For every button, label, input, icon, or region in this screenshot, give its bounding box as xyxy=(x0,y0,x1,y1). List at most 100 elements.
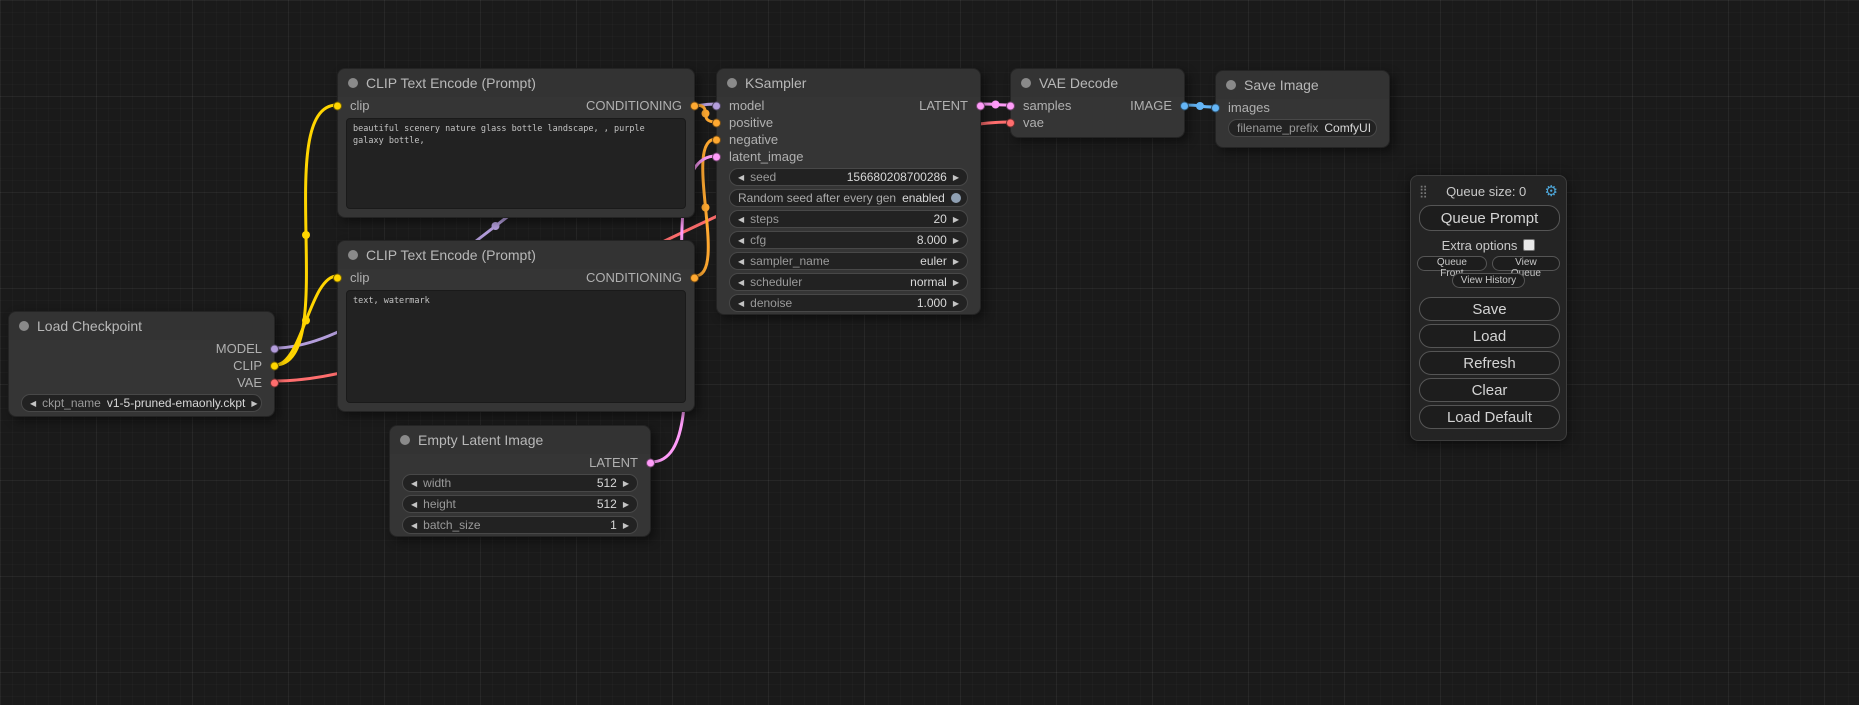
prompt-textarea[interactable]: beautiful scenery nature glass bottle la… xyxy=(346,118,686,209)
input-dot-samples[interactable] xyxy=(1006,101,1015,110)
output-slot-latent[interactable]: LATENT xyxy=(860,97,980,114)
drag-handle-icon[interactable]: ⣿ xyxy=(1419,184,1428,198)
increment-arrow-icon[interactable]: ▶ xyxy=(953,278,959,287)
link-midpoint-dot-conditioning-positive[interactable] xyxy=(702,110,710,118)
increment-arrow-icon[interactable]: ▶ xyxy=(623,500,629,509)
output-slot-conditioning[interactable]: CONDITIONING xyxy=(586,98,682,113)
output-slot-model[interactable]: MODEL xyxy=(9,340,274,357)
output-slot-vae[interactable]: VAE xyxy=(9,374,274,391)
increment-arrow-icon[interactable]: ▶ xyxy=(623,479,629,488)
input-slot-samples[interactable]: samples xyxy=(1023,98,1071,113)
input-slot-clip[interactable]: clip xyxy=(350,270,370,285)
decrement-arrow-icon[interactable]: ◀ xyxy=(30,399,36,408)
widget-seed[interactable]: ◀ seed 156680208700286 ▶ xyxy=(729,168,968,186)
node-clip-text-encode-negative[interactable]: CLIP Text Encode (Prompt) clip CONDITION… xyxy=(337,240,695,412)
node-title-bar[interactable]: Save Image xyxy=(1216,71,1389,99)
decrement-arrow-icon[interactable]: ◀ xyxy=(738,278,744,287)
queue-front-button[interactable]: Queue Front xyxy=(1417,256,1487,271)
widget-random-seed-toggle[interactable]: Random seed after every gen enabled xyxy=(729,189,968,207)
output-slot-conditioning[interactable]: CONDITIONING xyxy=(586,270,682,285)
decrement-arrow-icon[interactable]: ◀ xyxy=(738,236,744,245)
link-midpoint-dot-clip-negative[interactable] xyxy=(302,317,310,325)
output-dot-vae[interactable] xyxy=(270,378,279,387)
input-slot-negative[interactable]: negative xyxy=(717,131,980,148)
node-vae-decode[interactable]: VAE Decode samples IMAGE vae xyxy=(1010,68,1185,138)
input-dot-clip[interactable] xyxy=(333,273,342,282)
output-dot-latent[interactable] xyxy=(646,458,655,467)
input-slot-positive[interactable]: positive xyxy=(717,114,980,131)
widget-filename-prefix[interactable]: filename_prefix ComfyUI xyxy=(1228,119,1377,137)
node-title-bar[interactable]: Empty Latent Image xyxy=(390,426,650,454)
extra-options-checkbox[interactable] xyxy=(1523,239,1535,251)
decrement-arrow-icon[interactable]: ◀ xyxy=(411,521,417,530)
collapse-dot[interactable] xyxy=(1226,80,1236,90)
decrement-arrow-icon[interactable]: ◀ xyxy=(411,500,417,509)
widget-sampler-name[interactable]: ◀ sampler_name euler ▶ xyxy=(729,252,968,270)
increment-arrow-icon[interactable]: ▶ xyxy=(953,236,959,245)
widget-cfg[interactable]: ◀ cfg 8.000 ▶ xyxy=(729,231,968,249)
link-midpoint-dot-samples[interactable] xyxy=(992,101,1000,109)
collapse-dot[interactable] xyxy=(1021,78,1031,88)
decrement-arrow-icon[interactable]: ◀ xyxy=(738,215,744,224)
collapse-dot[interactable] xyxy=(400,435,410,445)
queue-prompt-button[interactable]: Queue Prompt xyxy=(1419,205,1560,231)
view-queue-button[interactable]: View Queue xyxy=(1492,256,1560,271)
collapse-dot[interactable] xyxy=(348,78,358,88)
widget-denoise[interactable]: ◀ denoise 1.000 ▶ xyxy=(729,294,968,312)
save-button[interactable]: Save xyxy=(1419,297,1560,321)
output-slot-clip[interactable]: CLIP xyxy=(9,357,274,374)
decrement-arrow-icon[interactable]: ◀ xyxy=(411,479,417,488)
input-dot-positive[interactable] xyxy=(712,118,721,127)
increment-arrow-icon[interactable]: ▶ xyxy=(953,215,959,224)
widget-steps[interactable]: ◀ steps 20 ▶ xyxy=(729,210,968,228)
input-dot-clip[interactable] xyxy=(333,101,342,110)
output-dot-model[interactable] xyxy=(270,344,279,353)
prompt-textarea[interactable]: text, watermark xyxy=(346,290,686,403)
input-slot-images[interactable]: images xyxy=(1216,99,1389,116)
node-title-bar[interactable]: Load Checkpoint xyxy=(9,312,274,340)
widget-width[interactable]: ◀ width 512 ▶ xyxy=(402,474,638,492)
widget-ckpt-name[interactable]: ◀ ckpt_name v1-5-pruned-emaonly.ckpt ▶ xyxy=(21,394,262,412)
output-slot-image[interactable]: IMAGE xyxy=(1130,98,1172,113)
input-dot-latent-image[interactable] xyxy=(712,152,721,161)
node-load-checkpoint[interactable]: Load Checkpoint MODEL CLIP VAE ◀ ckpt_na… xyxy=(8,311,275,417)
input-dot-model[interactable] xyxy=(712,101,721,110)
node-title-bar[interactable]: VAE Decode xyxy=(1011,69,1184,97)
input-slot-latent-image[interactable]: latent_image xyxy=(717,148,980,165)
node-title-bar[interactable]: CLIP Text Encode (Prompt) xyxy=(338,241,694,269)
output-dot-latent[interactable] xyxy=(976,101,985,110)
link-midpoint-dot-conditioning-negative[interactable] xyxy=(702,204,710,212)
widget-scheduler[interactable]: ◀ scheduler normal ▶ xyxy=(729,273,968,291)
widget-height[interactable]: ◀ height 512 ▶ xyxy=(402,495,638,513)
link-midpoint-dot-model[interactable] xyxy=(492,222,500,230)
input-dot-images[interactable] xyxy=(1211,103,1220,112)
increment-arrow-icon[interactable]: ▶ xyxy=(953,299,959,308)
load-default-button[interactable]: Load Default xyxy=(1419,405,1560,429)
node-title-bar[interactable]: CLIP Text Encode (Prompt) xyxy=(338,69,694,97)
clear-button[interactable]: Clear xyxy=(1419,378,1560,402)
link-midpoint-dot-image[interactable] xyxy=(1196,102,1204,110)
view-history-button[interactable]: View History xyxy=(1452,273,1525,288)
increment-arrow-icon[interactable]: ▶ xyxy=(953,257,959,266)
decrement-arrow-icon[interactable]: ◀ xyxy=(738,257,744,266)
collapse-dot[interactable] xyxy=(727,78,737,88)
output-dot-image[interactable] xyxy=(1180,101,1189,110)
refresh-button[interactable]: Refresh xyxy=(1419,351,1560,375)
widget-batch-size[interactable]: ◀ batch_size 1 ▶ xyxy=(402,516,638,534)
output-dot-clip[interactable] xyxy=(270,361,279,370)
output-dot-conditioning[interactable] xyxy=(690,273,699,282)
decrement-arrow-icon[interactable]: ◀ xyxy=(738,299,744,308)
load-button[interactable]: Load xyxy=(1419,324,1560,348)
link-midpoint-dot-clip-positive[interactable] xyxy=(302,231,310,239)
settings-gear-icon[interactable]: ⚙ xyxy=(1545,182,1558,200)
decrement-arrow-icon[interactable]: ◀ xyxy=(738,173,744,182)
output-dot-conditioning[interactable] xyxy=(690,101,699,110)
collapse-dot[interactable] xyxy=(19,321,29,331)
node-title-bar[interactable]: KSampler xyxy=(717,69,980,97)
collapse-dot[interactable] xyxy=(348,250,358,260)
output-slot-latent[interactable]: LATENT xyxy=(390,454,650,471)
input-dot-negative[interactable] xyxy=(712,135,721,144)
increment-arrow-icon[interactable]: ▶ xyxy=(623,521,629,530)
input-slot-vae[interactable]: vae xyxy=(1011,114,1184,131)
increment-arrow-icon[interactable]: ▶ xyxy=(251,399,257,408)
